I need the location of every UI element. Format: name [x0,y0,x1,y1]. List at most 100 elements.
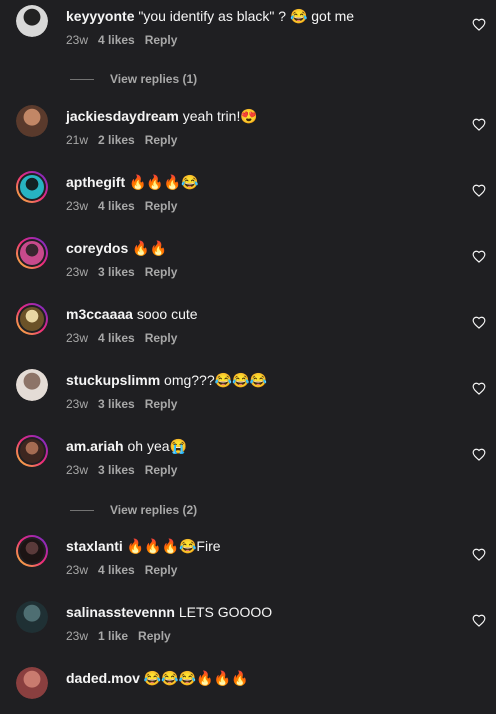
avatar[interactable] [16,171,48,203]
comment-time: 23w [66,629,89,643]
like-count[interactable]: 3 likes [98,463,135,477]
heart-icon[interactable] [472,250,486,263]
avatar-image [16,105,48,137]
comment-time: 23w [66,33,89,47]
username[interactable]: am.ariah [66,438,124,454]
view-replies-label: View replies (2) [110,503,198,517]
comment-content: keyyyonte "you identify as black" ? 😂 go… [66,7,354,25]
heart-icon[interactable] [472,184,486,197]
username[interactable]: salinasstevennn [66,604,175,620]
avatar[interactable] [16,303,48,335]
comment-meta: 23w 4 likes Reply [66,330,187,346]
avatar[interactable] [16,667,48,699]
comment-content: apthegift 🔥🔥🔥😂 [66,173,199,191]
comment-item: jackiesdaydream yeah trin!😍 21w 2 likes Rep… [0,100,496,152]
comment-meta: 23w 1 like Reply [66,628,181,644]
comment-text: yeah trin!😍 [182,108,258,124]
reply-button[interactable]: Reply [145,563,178,577]
username[interactable]: stuckupslimm [66,372,160,388]
avatar[interactable] [16,369,48,401]
replies-divider [70,79,94,81]
replies-divider [70,510,94,512]
comment-text: sooo cute [136,306,198,322]
comment-meta: 23w 4 likes Reply [66,198,187,214]
like-count[interactable]: 3 likes [98,265,135,279]
username[interactable]: keyyyonte [66,8,134,24]
reply-button[interactable]: Reply [145,199,178,213]
avatar-image [20,539,44,563]
avatar[interactable] [16,237,48,269]
comment-item: m3ccaaaa sooo cute 23w 4 likes Reply [0,298,496,350]
comment-time: 23w [66,463,89,477]
avatar-image [16,601,48,633]
comment-text: 😂😂😂🔥🔥🔥 [143,670,249,686]
comment-text: 🔥🔥🔥😂 [129,174,199,190]
reply-button[interactable]: Reply [145,265,178,279]
comment-text: oh yea😭 [127,438,187,454]
avatar[interactable] [16,5,48,37]
avatar[interactable] [16,601,48,633]
heart-icon[interactable] [472,614,486,627]
comment-item: apthegift 🔥🔥🔥😂 23w 4 likes Reply [0,166,496,218]
avatar-image [16,369,48,401]
comment-item: am.ariah oh yea😭 23w 3 likes Reply [0,430,496,482]
reply-button[interactable]: Reply [145,463,178,477]
avatar-image [20,439,44,463]
reply-button[interactable]: Reply [145,331,178,345]
comment-text: 🔥🔥🔥😂Fire [126,538,221,554]
comment-content: m3ccaaaa sooo cute [66,305,198,323]
heart-icon[interactable] [472,316,486,329]
avatar[interactable] [16,435,48,467]
comment-content: am.ariah oh yea😭 [66,437,187,455]
avatar[interactable] [16,105,48,137]
like-count[interactable]: 1 like [98,629,128,643]
like-count[interactable]: 4 likes [98,199,135,213]
like-count[interactable]: 4 likes [98,33,135,47]
heart-icon[interactable] [472,548,486,561]
comment-item: keyyyonte "you identify as black" ? 😂 go… [0,0,496,52]
avatar-image [16,5,48,37]
like-count[interactable]: 4 likes [98,563,135,577]
heart-icon[interactable] [472,18,486,31]
reply-button[interactable]: Reply [145,397,178,411]
comment-item: staxlanti 🔥🔥🔥😂Fire 23w 4 likes Reply [0,530,496,582]
heart-icon[interactable] [472,382,486,395]
comment-meta: 23w 3 likes Reply [66,462,187,478]
comment-content: daded.mov 😂😂😂🔥🔥🔥 [66,669,248,687]
comment-meta: 21w 2 likes Reply [66,132,187,148]
avatar[interactable] [16,535,48,567]
comment-content: salinasstevennn LETS GOOOO [66,603,272,621]
username[interactable]: daded.mov [66,670,140,686]
comment-time: 21w [66,133,89,147]
username[interactable]: m3ccaaaa [66,306,133,322]
heart-icon[interactable] [472,448,486,461]
comment-time: 23w [66,331,89,345]
username[interactable]: staxlanti [66,538,123,554]
like-count[interactable]: 3 likes [98,397,135,411]
comment-text: 🔥🔥 [132,240,168,256]
reply-button[interactable]: Reply [138,629,171,643]
avatar-image [20,241,44,265]
comment-text: omg???😂😂😂 [164,372,267,388]
comment-meta: 23w 4 likes Reply [66,562,187,578]
comment-time: 23w [66,397,89,411]
like-count[interactable]: 2 likes [98,133,135,147]
avatar-image [20,175,44,199]
reply-button[interactable]: Reply [145,33,178,47]
heart-icon[interactable] [472,118,486,131]
comment-item: stuckupslimm omg???😂😂😂 23w 3 likes Reply [0,364,496,416]
comment-time: 23w [66,265,89,279]
comment-item: salinasstevennn LETS GOOOO 23w 1 like Reply [0,596,496,648]
username[interactable]: coreydos [66,240,128,256]
comment-time: 23w [66,563,89,577]
username[interactable]: apthegift [66,174,125,190]
view-replies-button[interactable]: View replies (2) [70,501,197,519]
comment-meta: 23w 3 likes Reply [66,264,187,280]
reply-button[interactable]: Reply [145,133,178,147]
comment-meta: 23w 4 likes Reply [66,32,187,48]
view-replies-button[interactable]: View replies (1) [70,70,197,88]
username[interactable]: jackiesdaydream [66,108,179,124]
avatar-image [16,667,48,699]
avatar-image [20,307,44,331]
like-count[interactable]: 4 likes [98,331,135,345]
